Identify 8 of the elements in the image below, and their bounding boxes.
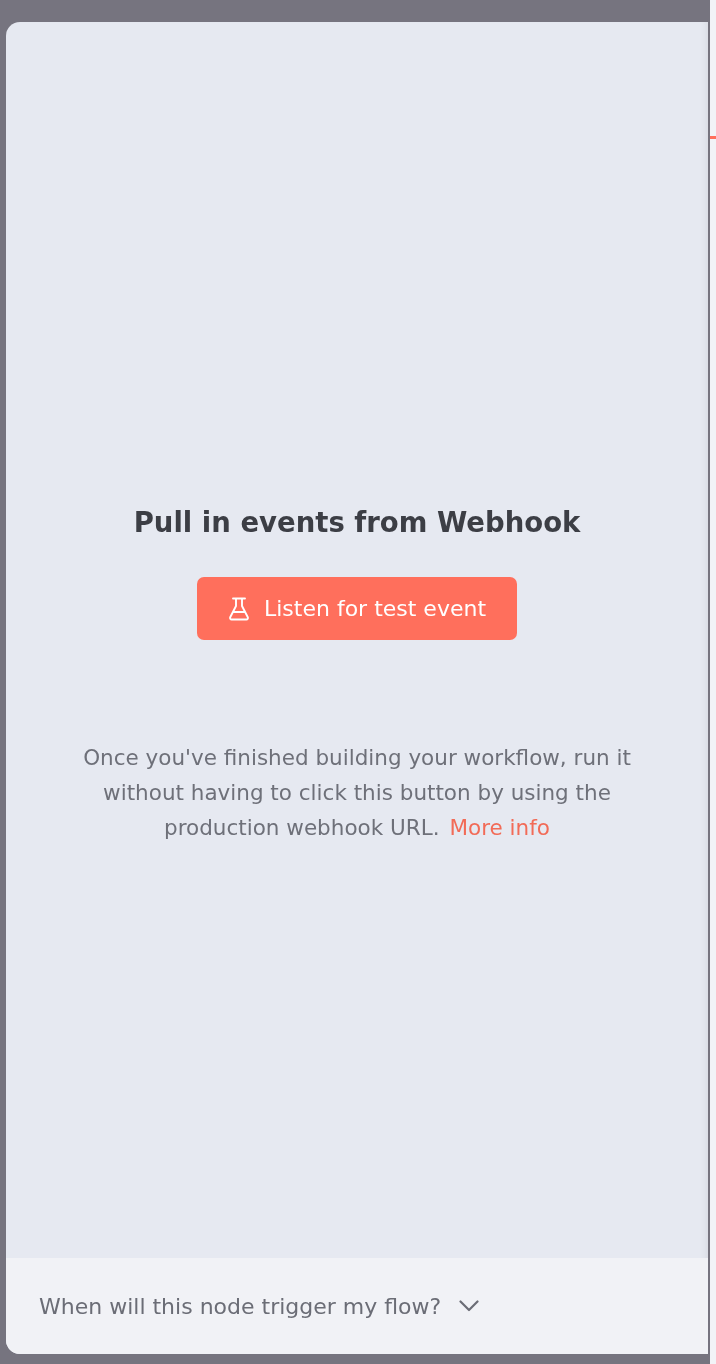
chevron-down-icon	[459, 1300, 480, 1312]
trigger-question-toggle[interactable]: When will this node trigger my flow?	[33, 1287, 486, 1325]
more-info-link[interactable]: More info	[449, 815, 550, 840]
panel-title: Pull in events from Webhook	[133, 505, 581, 540]
description-text: Once you've finished building your workflow, run it without having to click this button by using the production webhook URL. More info	[82, 744, 632, 842]
listen-button[interactable]: Listen for test event	[197, 577, 517, 640]
accent-mark	[710, 136, 716, 139]
flask-icon	[227, 596, 250, 621]
